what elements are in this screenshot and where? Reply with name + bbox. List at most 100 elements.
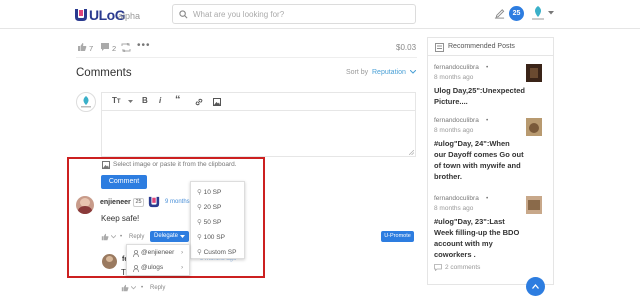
post-title-line[interactable]: #ulog"Day, 23":Last bbox=[434, 216, 505, 227]
logo-mark-icon bbox=[75, 9, 87, 21]
resize-handle-icon[interactable] bbox=[409, 150, 414, 155]
delegate-label: Delegate bbox=[154, 233, 179, 239]
upvote-icon[interactable] bbox=[77, 42, 87, 52]
recommended-posts-panel: Recommended Posts fernandoculibra • 8 mo… bbox=[427, 37, 554, 285]
top-header: ULoG alpha 25 bbox=[0, 0, 640, 29]
chevron-down-icon[interactable] bbox=[548, 11, 554, 15]
recommended-posts-title: Recommended Posts bbox=[448, 43, 515, 50]
search-box[interactable] bbox=[172, 4, 416, 24]
avatar-logo-icon bbox=[532, 6, 544, 20]
post-title-line[interactable]: Picture.... bbox=[434, 96, 468, 107]
account-option-label: @ulogs bbox=[141, 264, 164, 271]
post-title-line[interactable]: brother. bbox=[434, 171, 462, 182]
nested-reply-link[interactable]: Reply bbox=[150, 285, 165, 291]
submenu-arrow-icon: › bbox=[181, 264, 184, 271]
sort-dropdown[interactable]: Reputation bbox=[372, 69, 406, 76]
comment-avatar[interactable] bbox=[76, 196, 94, 214]
comment-author[interactable]: enjieneer bbox=[100, 199, 131, 206]
nested-comment-avatar[interactable] bbox=[102, 254, 117, 269]
post-author[interactable]: fernandoculibra bbox=[434, 117, 479, 124]
delegate-option-label: 10 SP bbox=[203, 189, 222, 196]
post-author[interactable]: fernandoculibra bbox=[434, 195, 479, 202]
delegate-option-20sp[interactable]: ⚲ 20 SP bbox=[197, 203, 221, 211]
nested-reply-bullet: • bbox=[141, 285, 144, 291]
post-title-line[interactable]: our Dayoff comes Go out bbox=[434, 149, 524, 160]
heading-button[interactable]: TT bbox=[112, 96, 121, 105]
post-time: 8 months ago bbox=[434, 74, 474, 81]
nested-upvote-icon[interactable] bbox=[121, 284, 129, 292]
like-count: 7 bbox=[89, 44, 94, 53]
recommended-posts-header: Recommended Posts bbox=[428, 38, 553, 56]
comment-body: Keep safe! bbox=[101, 214, 140, 223]
editor-toolbar: TT B i “ bbox=[101, 92, 416, 110]
delegate-amount-menu: ⚲ 10 SP ⚲ 20 SP ⚲ 50 SP ⚲ 100 SP ⚲ Custo… bbox=[190, 181, 245, 259]
author-bullet: • bbox=[486, 117, 489, 124]
post-time: 8 months ago bbox=[434, 127, 474, 134]
action-bar-divider bbox=[76, 57, 417, 58]
comment-chevron-icon[interactable] bbox=[111, 235, 116, 239]
post-thumbnail[interactable] bbox=[526, 118, 542, 136]
resteem-icon[interactable] bbox=[121, 43, 131, 52]
delegate-option-custom[interactable]: ⚲ Custom SP bbox=[197, 248, 236, 256]
post-thumbnail[interactable] bbox=[526, 64, 542, 82]
scroll-to-top-button[interactable] bbox=[526, 277, 545, 296]
notification-badge[interactable]: 25 bbox=[509, 6, 524, 21]
comment-textarea[interactable] bbox=[101, 110, 416, 157]
user-avatar[interactable] bbox=[530, 4, 546, 22]
upromote-button[interactable]: U-Promote bbox=[381, 231, 414, 242]
comment-icon[interactable] bbox=[100, 42, 110, 52]
comment-upvote-icon[interactable] bbox=[101, 233, 109, 241]
post-title-line[interactable]: account with my bbox=[434, 238, 493, 249]
post-title-line[interactable]: #ulog"Day, 24":When bbox=[434, 138, 510, 149]
recommended-list-icon bbox=[435, 43, 444, 52]
sort-chevron-icon[interactable] bbox=[410, 70, 416, 74]
nested-chevron-icon[interactable] bbox=[131, 286, 136, 290]
avatar-logo-icon bbox=[81, 96, 91, 108]
user-icon bbox=[133, 265, 139, 272]
post-time: 8 months ago bbox=[434, 205, 474, 212]
post-payout: $0.03 bbox=[396, 43, 417, 52]
delegate-account-menu: @enjieneer › @ulogs › bbox=[126, 244, 190, 276]
delegate-option-label: 50 SP bbox=[203, 219, 222, 226]
post-comments-count[interactable]: 2 comments bbox=[445, 264, 480, 271]
comments-count-icon bbox=[434, 264, 442, 271]
post-title-line[interactable]: Ulog Day,25":Unexpected bbox=[434, 85, 525, 96]
image-upload-icon[interactable] bbox=[102, 161, 110, 169]
quote-button[interactable]: “ bbox=[175, 94, 181, 106]
delegate-option-100sp[interactable]: ⚲ 100 SP bbox=[197, 233, 225, 241]
composer-avatar bbox=[76, 92, 96, 112]
account-option-label: @enjieneer bbox=[141, 249, 175, 256]
submenu-arrow-icon: › bbox=[181, 249, 184, 256]
heading-chevron-icon[interactable] bbox=[128, 100, 133, 103]
more-options-icon[interactable]: ••• bbox=[137, 40, 151, 51]
reply-link[interactable]: Reply bbox=[129, 234, 144, 240]
logo-alpha-label: alpha bbox=[118, 11, 141, 21]
comment-count: 2 bbox=[112, 44, 117, 53]
comment-time[interactable]: 9 months bbox=[165, 199, 190, 205]
image-icon[interactable] bbox=[213, 98, 221, 106]
reputation-badge: 25 bbox=[133, 198, 144, 207]
post-title-line[interactable]: Week filling-up the BDO bbox=[434, 227, 519, 238]
post-title-line[interactable]: coworkers . bbox=[434, 249, 476, 260]
italic-button[interactable]: i bbox=[159, 96, 161, 105]
delegate-button[interactable]: Delegate bbox=[150, 231, 189, 242]
comments-heading: Comments bbox=[76, 67, 132, 79]
post-thumbnail[interactable] bbox=[526, 196, 542, 214]
post-title-line[interactable]: of town with mywife and bbox=[434, 160, 521, 171]
delegate-option-50sp[interactable]: ⚲ 50 SP bbox=[197, 218, 221, 226]
search-input[interactable] bbox=[193, 8, 408, 21]
delegate-option-label: 20 SP bbox=[203, 204, 222, 211]
delegate-option-10sp[interactable]: ⚲ 10 SP bbox=[197, 188, 221, 196]
post-author[interactable]: fernandoculibra bbox=[434, 64, 479, 71]
image-upload-hint[interactable]: Select image or paste it from the clipbo… bbox=[113, 161, 237, 168]
logo[interactable]: ULoG alpha bbox=[74, 7, 144, 23]
bold-button[interactable]: B bbox=[142, 96, 148, 105]
sort-label: Sort by bbox=[346, 69, 369, 76]
write-post-icon[interactable] bbox=[494, 8, 505, 19]
author-bullet: • bbox=[486, 195, 489, 202]
link-icon[interactable] bbox=[195, 98, 203, 106]
user-icon bbox=[133, 250, 139, 257]
comment-submit-button[interactable]: Comment bbox=[101, 175, 147, 189]
reply-bullet: • bbox=[120, 234, 123, 240]
ulog-logo-icon bbox=[148, 196, 160, 208]
